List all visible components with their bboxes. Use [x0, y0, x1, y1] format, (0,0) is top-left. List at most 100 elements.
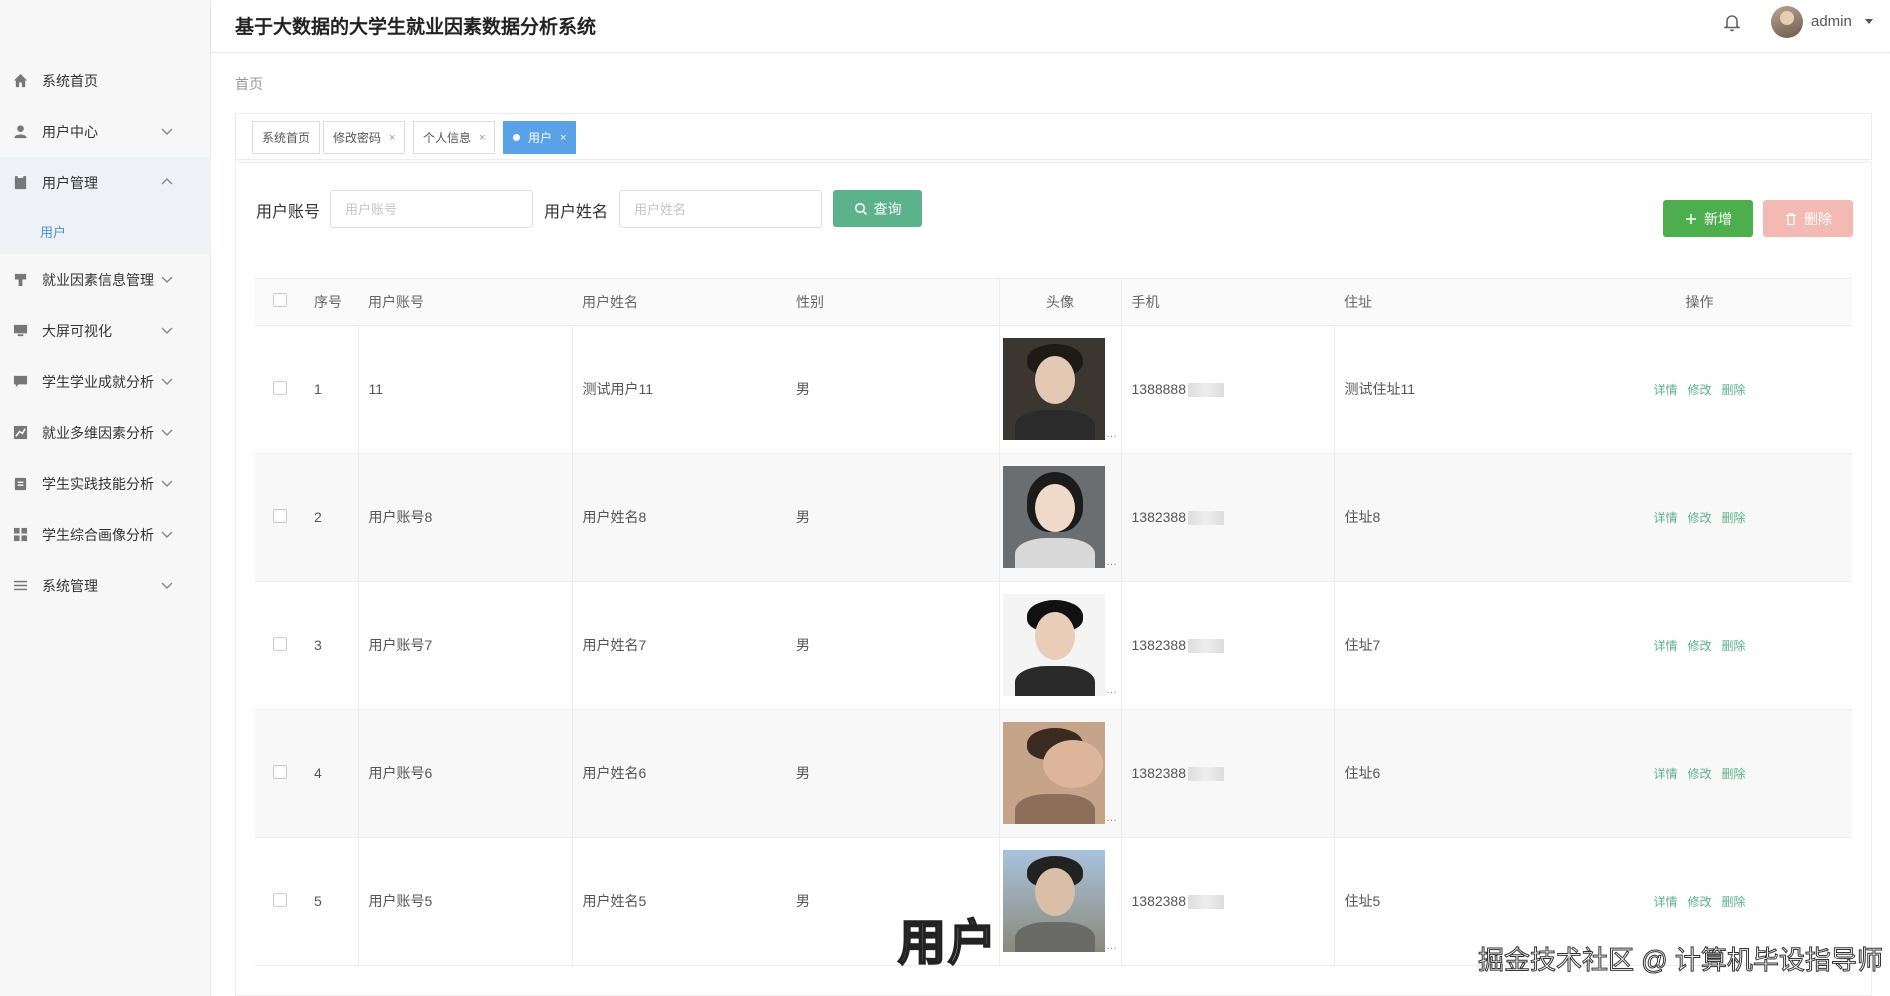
row-checkbox[interactable]: [272, 892, 287, 907]
avatar-photo[interactable]: [1003, 722, 1105, 824]
add-button[interactable]: 新增: [1663, 200, 1753, 237]
tab-change-password[interactable]: 修改密码 ×: [323, 121, 406, 154]
caret-down-icon[interactable]: [1865, 19, 1873, 24]
sidebar-item-user-management[interactable]: 用户管理: [0, 157, 211, 208]
tab-profile[interactable]: 个人信息 ×: [413, 121, 496, 154]
cell-address: 住址7: [1334, 581, 1547, 710]
clipboard-icon: [12, 476, 28, 492]
avatar[interactable]: [1771, 6, 1803, 38]
delete-button[interactable]: 删除: [1763, 200, 1853, 237]
bell-icon[interactable]: [1722, 12, 1742, 32]
row-select-cell[interactable]: [255, 325, 304, 454]
sidebar-subitem-user[interactable]: 用户: [0, 208, 211, 254]
edit-link[interactable]: 修改: [1687, 511, 1711, 525]
tab-home[interactable]: 系统首页: [252, 121, 321, 154]
edit-link[interactable]: 修改: [1687, 767, 1711, 781]
edit-link[interactable]: 修改: [1687, 383, 1711, 397]
table-header-row: 序号 用户账号 用户姓名 性别 头像 手机 住址 操作: [255, 279, 1852, 326]
row-select-cell[interactable]: [255, 453, 304, 582]
sidebar-item-practice-skills[interactable]: 学生实践技能分析: [0, 458, 211, 509]
close-icon[interactable]: ×: [389, 132, 395, 144]
detail-link[interactable]: 详情: [1653, 895, 1677, 909]
account-label: 用户账号: [256, 204, 321, 221]
breadcrumb[interactable]: 首页: [235, 74, 263, 94]
close-icon[interactable]: ×: [560, 132, 566, 144]
cell-phone: 1382388: [1121, 709, 1335, 838]
chevron-down-icon: [160, 124, 174, 138]
table-row: 1 11 测试用户11 男 … 1388888 测试住址11 详情 修改 删除: [255, 325, 1852, 454]
delete-link[interactable]: 删除: [1722, 895, 1746, 909]
delete-label: 删除: [1804, 210, 1832, 227]
sidebar-item-label: 学生综合画像分析: [42, 526, 154, 543]
query-button[interactable]: 查询: [833, 190, 922, 227]
credit-watermark: 掘金技术社区 @ 计算机毕设指导师: [1478, 945, 1884, 976]
row-checkbox[interactable]: [272, 380, 287, 395]
sidebar-item-label: 系统首页: [42, 72, 98, 89]
detail-link[interactable]: 详情: [1653, 639, 1677, 653]
tab-label: 用户: [528, 131, 553, 145]
delete-link[interactable]: 删除: [1722, 511, 1746, 525]
edit-link[interactable]: 修改: [1687, 639, 1711, 653]
sidebar-item-dashboard[interactable]: 大屏可视化: [0, 305, 211, 356]
sidebar-item-home[interactable]: 系统首页: [0, 55, 211, 106]
row-select-cell[interactable]: [255, 837, 304, 966]
detail-link[interactable]: 详情: [1653, 383, 1677, 397]
sidebar-item-multifactor-analysis[interactable]: 就业多维因素分析: [0, 407, 211, 458]
tab-user[interactable]: 用户 ×: [503, 121, 577, 154]
row-checkbox[interactable]: [272, 636, 287, 651]
detail-link[interactable]: 详情: [1653, 767, 1677, 781]
chevron-down-icon: [160, 272, 174, 286]
avatar-photo[interactable]: [1003, 466, 1105, 568]
close-icon[interactable]: ×: [479, 132, 485, 144]
sidebar-item-employment-factors[interactable]: 就业因素信息管理: [0, 254, 211, 305]
cell-gender: 男: [786, 581, 1000, 710]
search-icon: [854, 202, 867, 215]
cell-no: 5: [304, 837, 358, 966]
detail-link[interactable]: 详情: [1653, 511, 1677, 525]
tab-bar: 系统首页 修改密码 × 个人信息 × 用户 ×: [235, 113, 1872, 160]
cell-phone: 1388888: [1121, 325, 1335, 454]
monitor-icon: [12, 323, 28, 339]
select-all-cell[interactable]: [255, 279, 304, 326]
delete-link[interactable]: 删除: [1722, 383, 1746, 397]
chevron-down-icon: [160, 374, 174, 388]
avatar-photo[interactable]: [1003, 850, 1105, 952]
row-checkbox[interactable]: [272, 508, 287, 523]
row-checkbox[interactable]: [272, 764, 287, 779]
sidebar-item-label: 用户管理: [42, 174, 98, 191]
cell-address: 住址6: [1334, 709, 1547, 838]
avatar-photo[interactable]: [1003, 594, 1105, 696]
row-select-cell[interactable]: [255, 581, 304, 710]
select-all-checkbox[interactable]: [272, 293, 287, 308]
row-select-cell[interactable]: [255, 709, 304, 838]
cell-avatar: …: [999, 325, 1122, 454]
sidebar-item-system-management[interactable]: 系统管理: [0, 560, 211, 611]
cell-gender: 男: [786, 325, 1000, 454]
trash-icon: [1786, 212, 1796, 225]
blur-mask: [1188, 511, 1225, 526]
cell-no: 3: [304, 581, 358, 710]
cell-avatar: …: [999, 581, 1122, 710]
delete-link[interactable]: 删除: [1722, 639, 1746, 653]
sidebar-item-academic-analysis[interactable]: 学生学业成就分析: [0, 356, 211, 407]
sidebar-item-student-profile[interactable]: 学生综合画像分析: [0, 509, 211, 560]
blur-mask: [1188, 639, 1225, 654]
cell-name: 用户姓名5: [572, 837, 786, 966]
cell-account: 11: [357, 325, 573, 454]
cell-no: 2: [304, 453, 358, 582]
sidebar-item-label: 学生实践技能分析: [42, 475, 154, 492]
list-icon: [12, 578, 28, 594]
sidebar-item-user-center[interactable]: 用户中心: [0, 106, 211, 157]
username[interactable]: admin: [1811, 13, 1852, 30]
edit-link[interactable]: 修改: [1687, 895, 1711, 909]
avatar-photo[interactable]: [1003, 338, 1105, 440]
chevron-up-icon: [160, 175, 174, 189]
name-search-input[interactable]: [619, 190, 822, 228]
plus-icon: [1686, 213, 1696, 224]
blur-mask: [1188, 767, 1225, 782]
account-search-input[interactable]: [330, 190, 533, 228]
delete-link[interactable]: 删除: [1722, 767, 1746, 781]
name-label: 用户姓名: [544, 204, 609, 221]
chevron-down-icon: [160, 578, 174, 592]
cell-address: 测试住址11: [1334, 325, 1547, 454]
